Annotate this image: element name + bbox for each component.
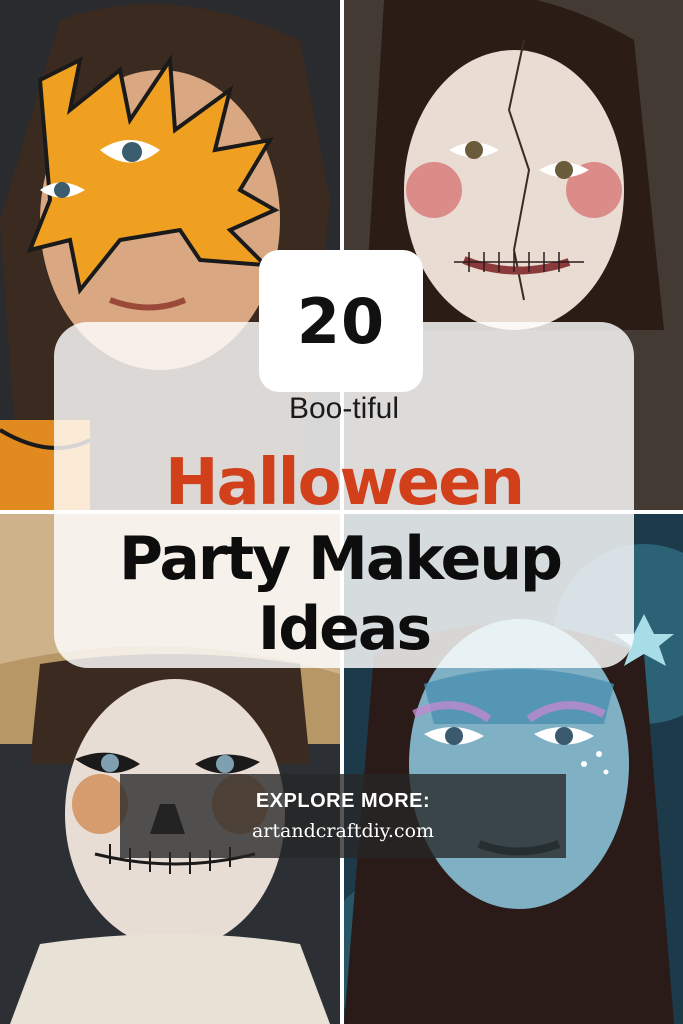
count-badge: 20 xyxy=(259,250,423,392)
title-halloween: Halloween xyxy=(164,446,525,520)
website-link[interactable]: artandcraftdiy.com xyxy=(120,820,566,842)
count-number: 20 xyxy=(296,284,386,358)
explore-more-banner[interactable]: EXPLORE MORE: artandcraftdiy.com xyxy=(120,774,566,858)
title-ideas: Ideas xyxy=(257,594,432,664)
explore-more-label: EXPLORE MORE: xyxy=(255,790,431,812)
subtitle: Boo-tiful xyxy=(288,392,400,425)
title-party-makeup: Party Makeup xyxy=(119,524,563,594)
